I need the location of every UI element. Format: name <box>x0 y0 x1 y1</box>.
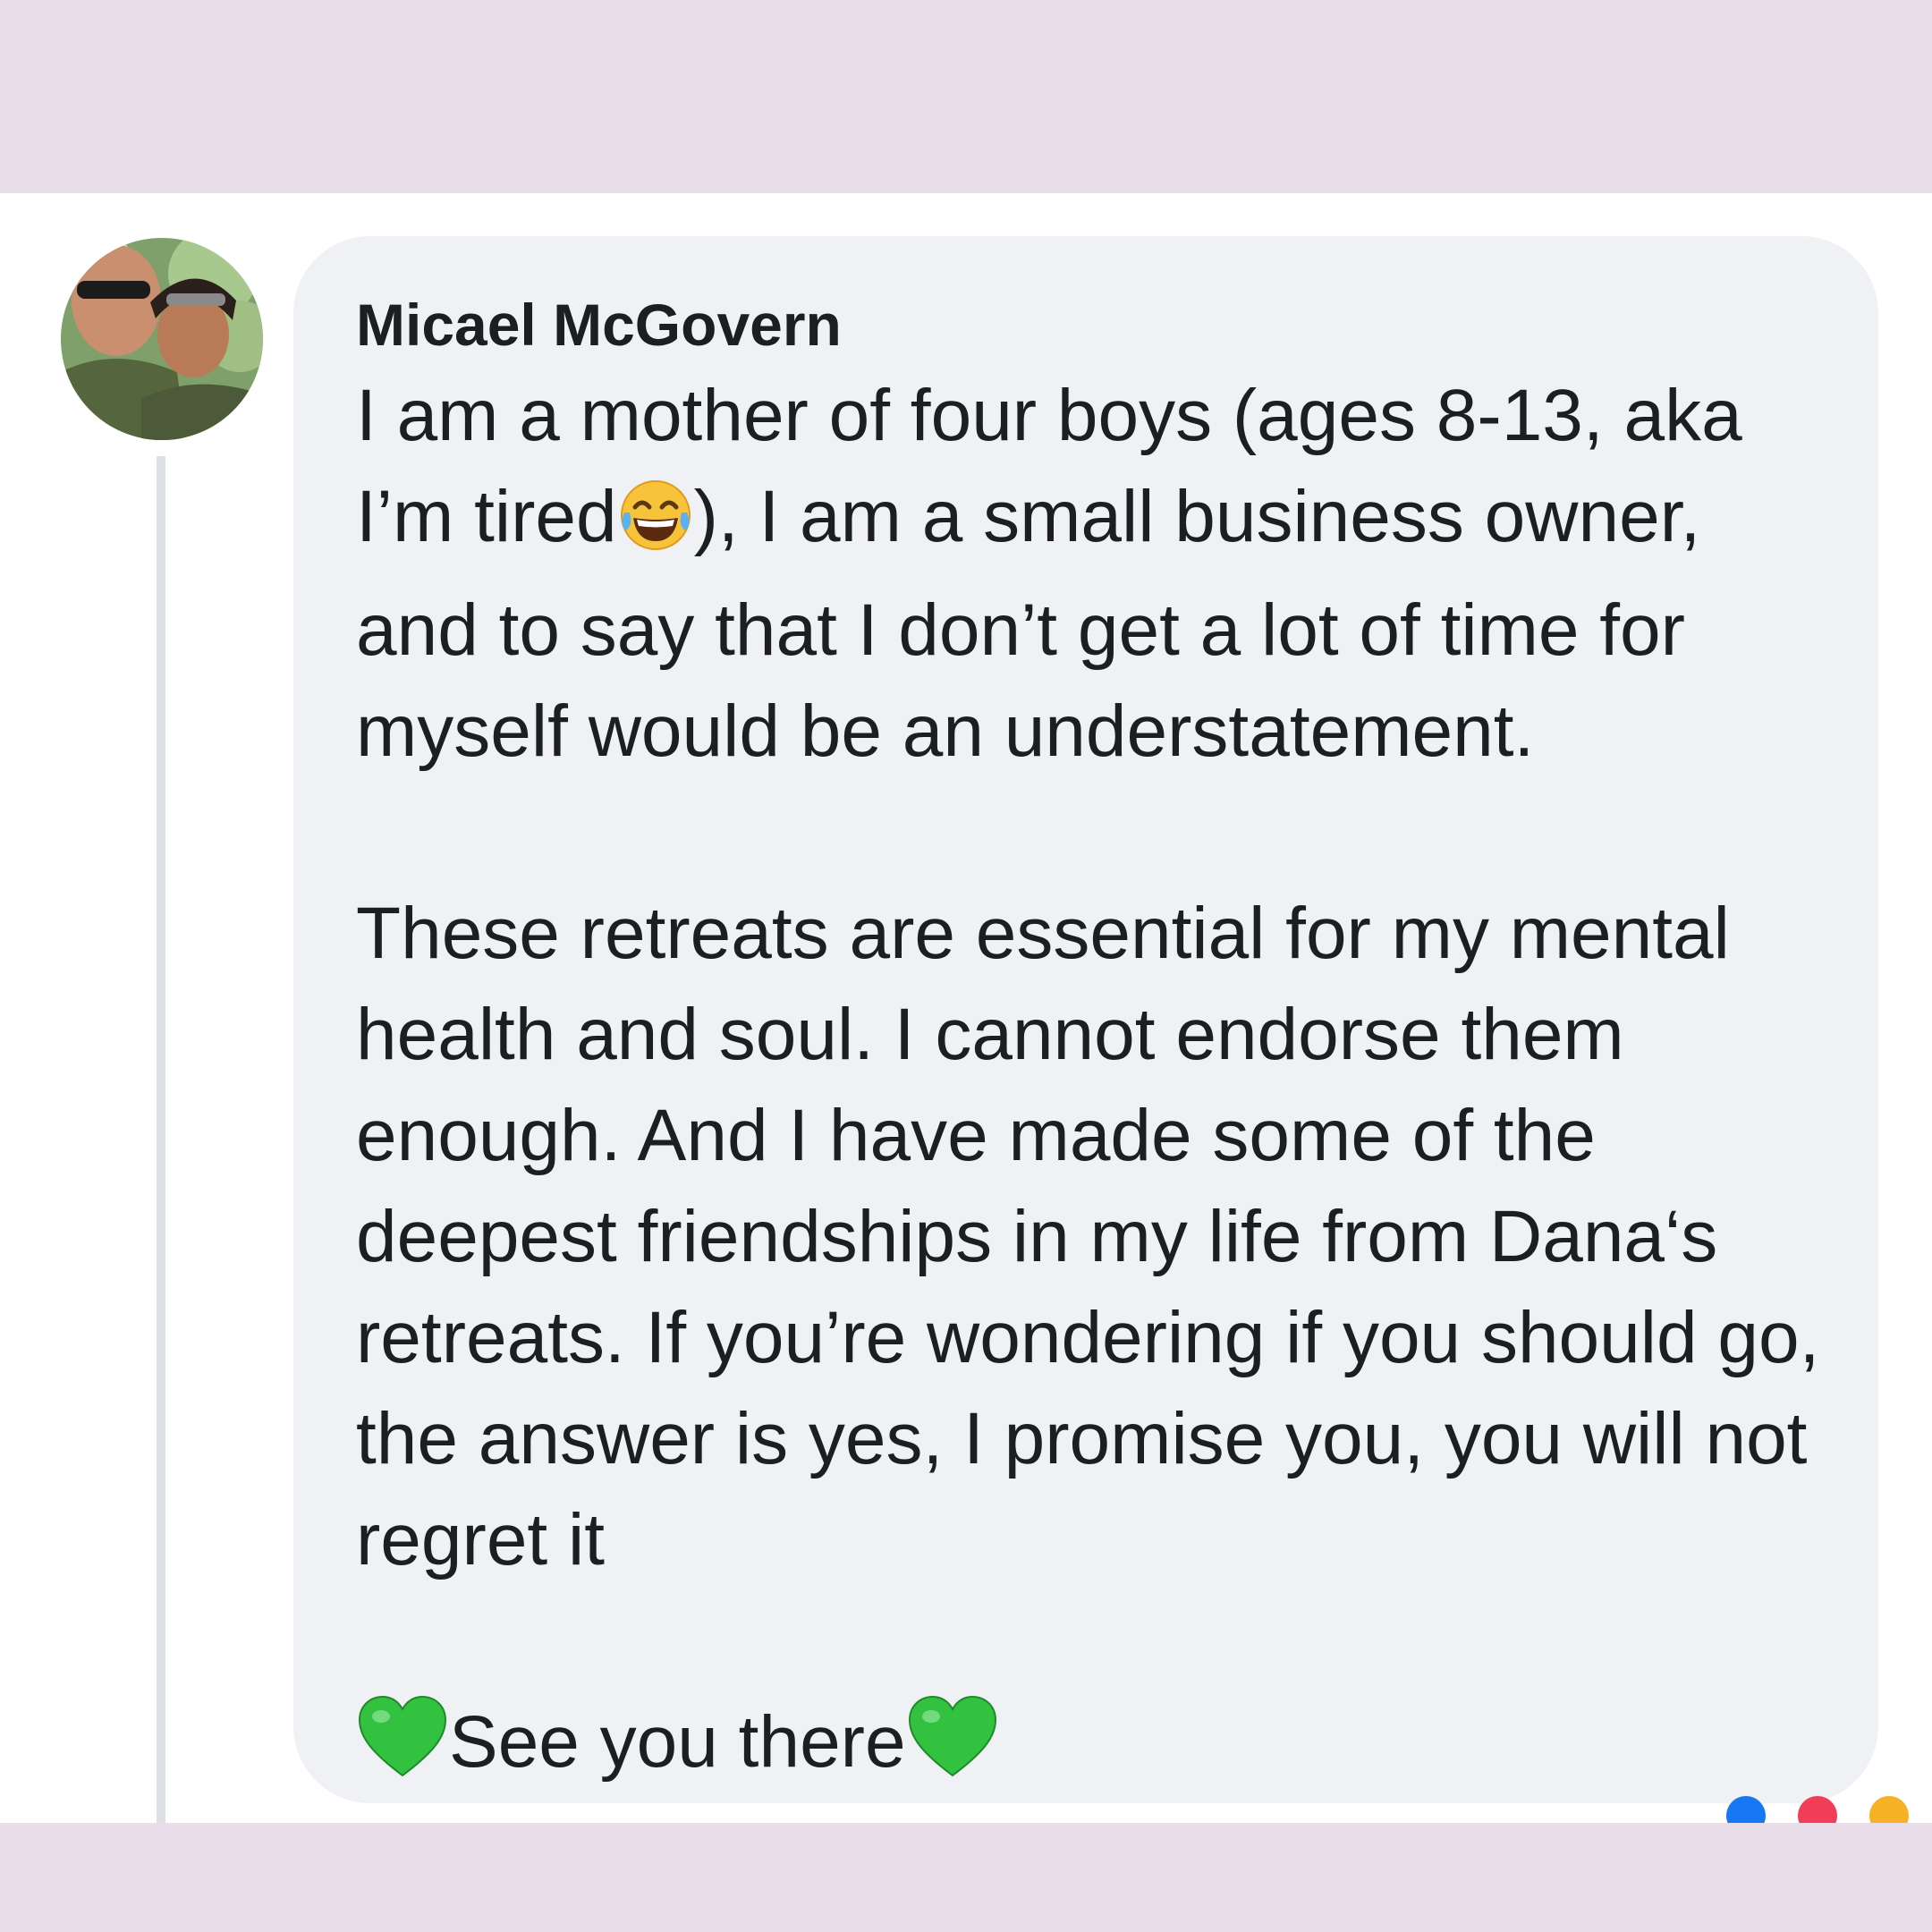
comment-paragraph-1: I am a mother of four boys (ages 8-13, a… <box>356 365 1825 782</box>
comment-bubble: Micael McGovern I am a mother of four bo… <box>293 236 1878 1803</box>
green-heart-icon <box>356 1693 449 1805</box>
comment-closing-line: See you there <box>356 1691 1825 1805</box>
love-reaction-icon <box>1798 1796 1837 1823</box>
green-heart-icon <box>906 1693 999 1805</box>
reply-thread-line <box>157 456 165 1823</box>
comment-card: Micael McGovern I am a mother of four bo… <box>0 193 1932 1823</box>
comment-paragraph-2: These retreats are essential for my ment… <box>356 893 1820 1580</box>
avatar-photo-icon <box>61 238 263 440</box>
haha-reaction-icon <box>1869 1796 1909 1823</box>
face-with-tears-of-joy-icon <box>617 477 694 580</box>
closing-text: See you there <box>449 1701 906 1783</box>
author-avatar[interactable] <box>61 238 263 440</box>
comment-author-name[interactable]: Micael McGovern <box>356 284 1825 365</box>
reaction-summary[interactable] <box>1699 1796 1932 1823</box>
